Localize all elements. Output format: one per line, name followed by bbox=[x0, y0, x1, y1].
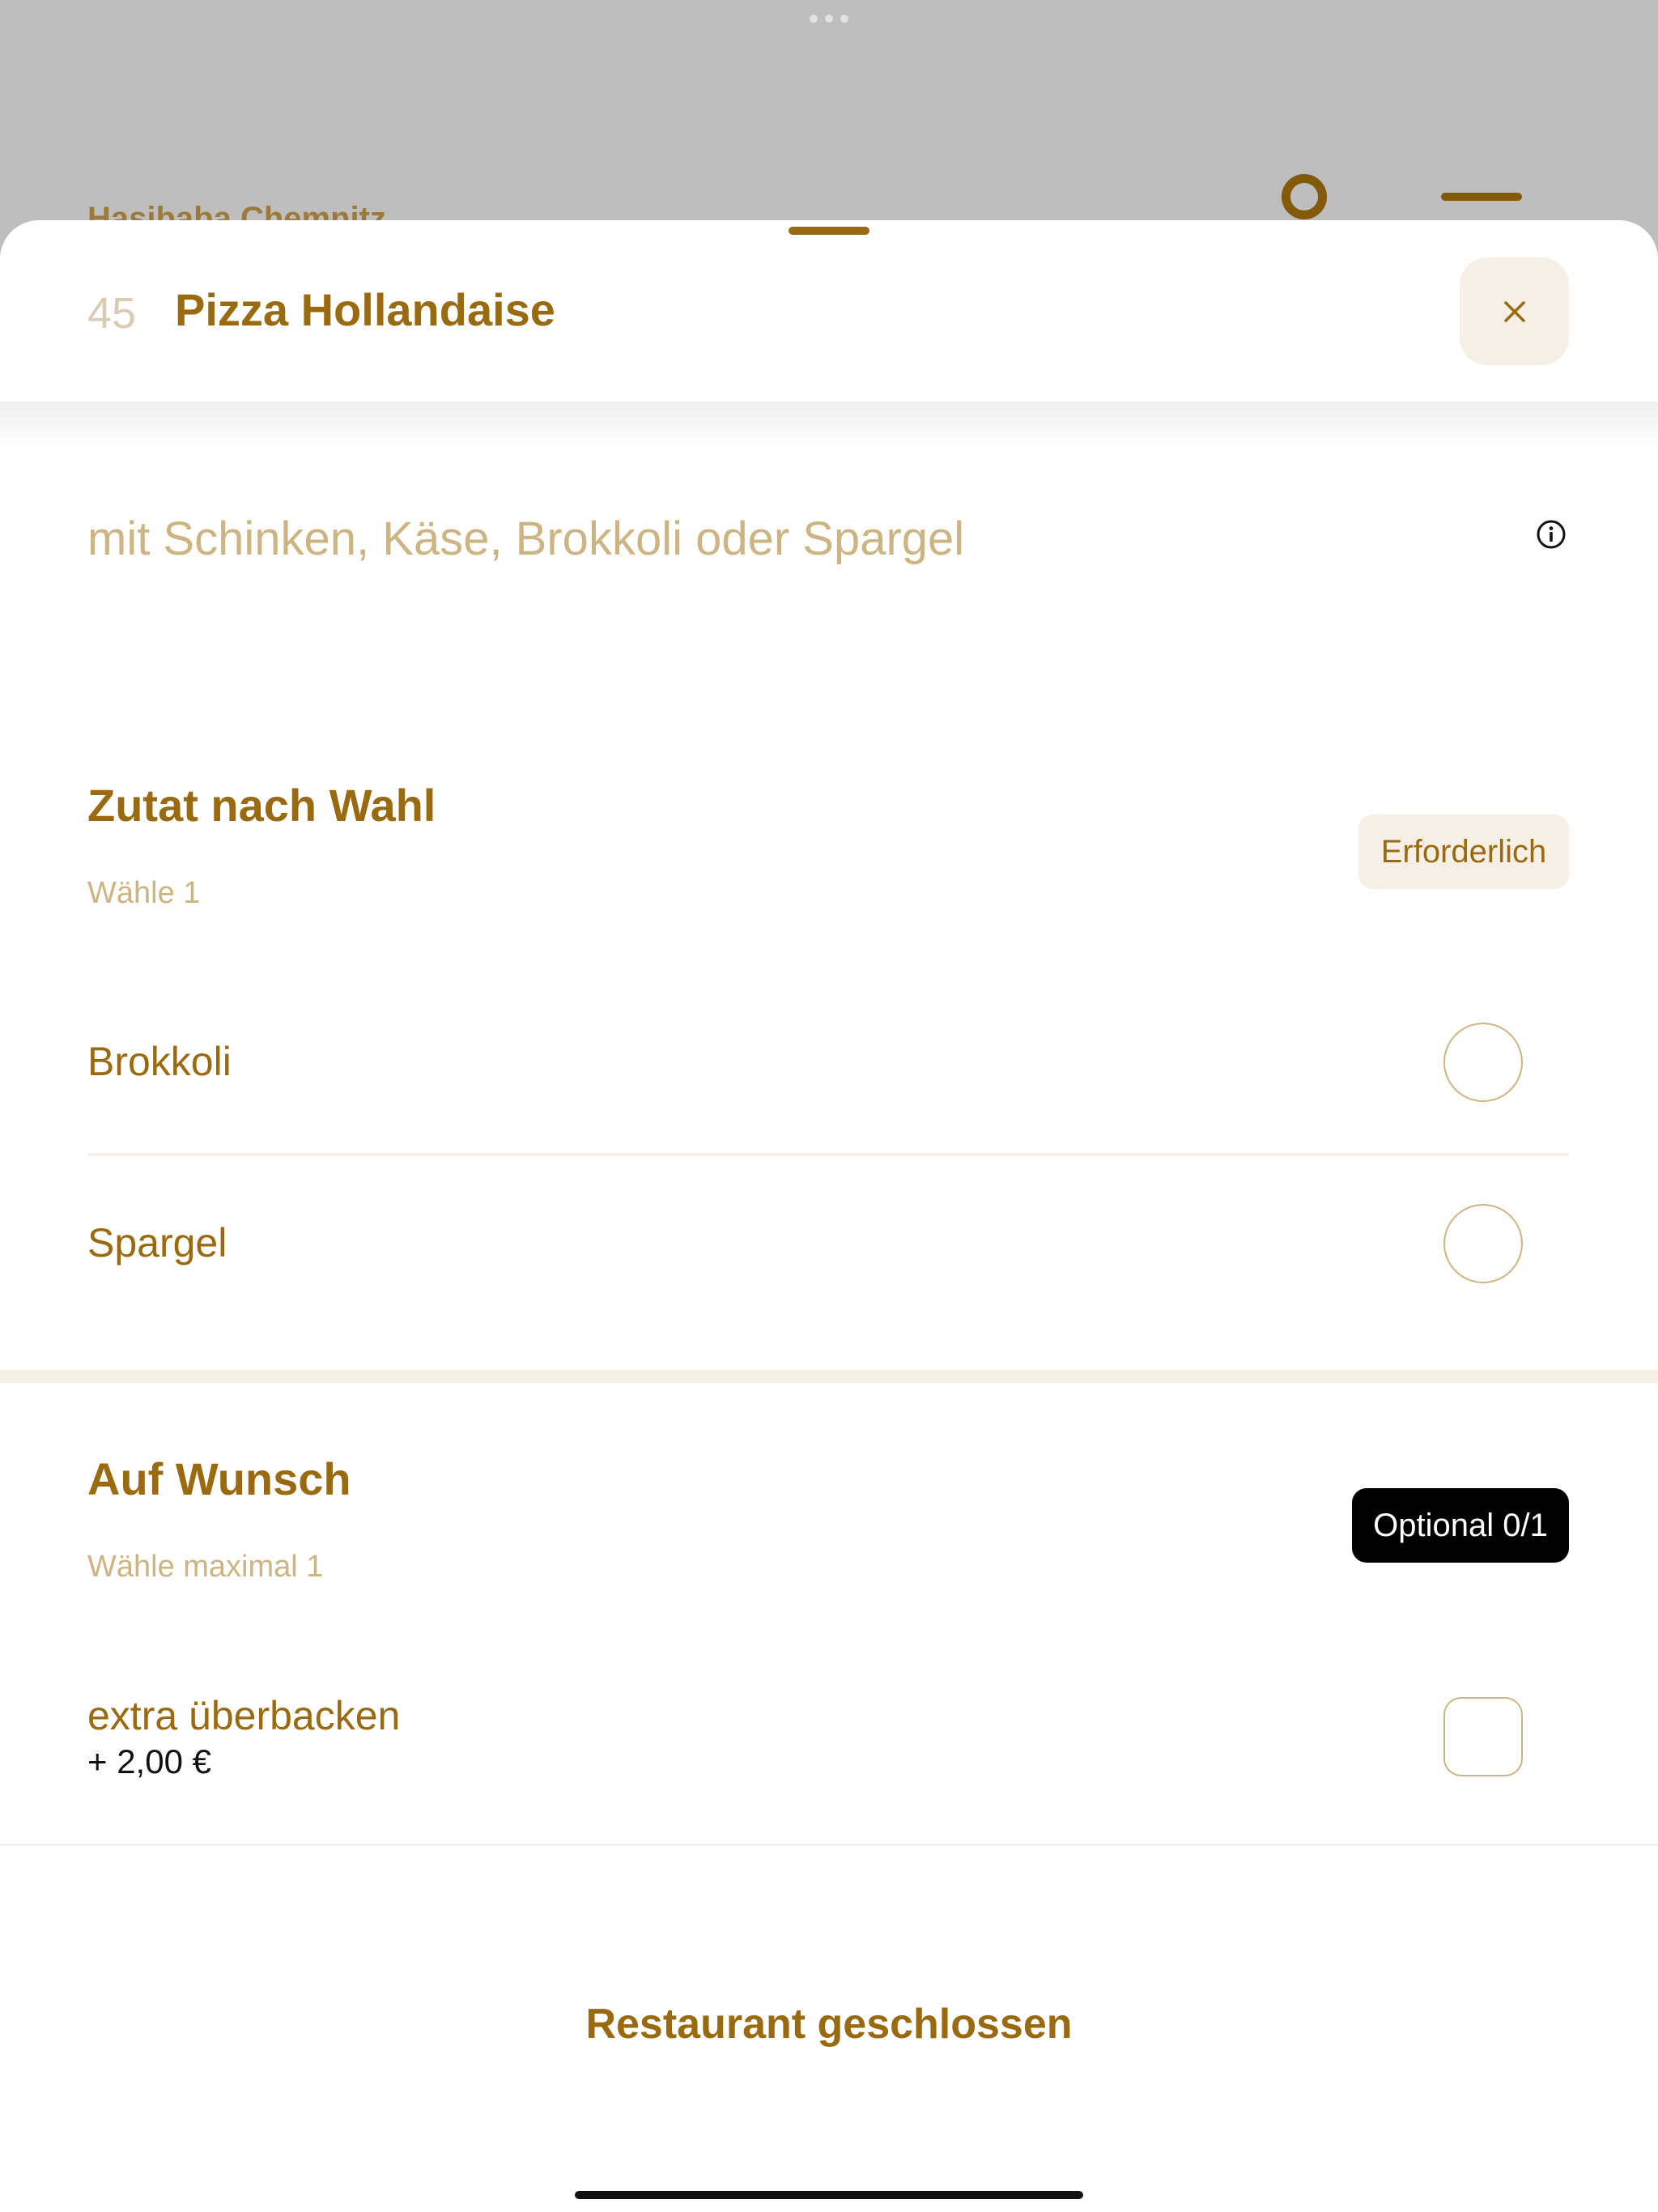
restaurant-closed-status: Restaurant geschlossen bbox=[585, 2001, 1073, 2048]
option-label-brokkoli[interactable]: Brokkoli bbox=[87, 1038, 232, 1085]
group-subtitle-zutat: Wähle 1 bbox=[87, 876, 201, 910]
item-description: mit Schinken, Käse, Brokkoli oder Sparge… bbox=[87, 513, 965, 565]
footer-divider bbox=[0, 1844, 1658, 1846]
menu-icon[interactable] bbox=[1441, 193, 1522, 201]
checkbox-extra-ueberbacken[interactable] bbox=[1443, 1697, 1523, 1776]
section-divider bbox=[0, 1370, 1658, 1383]
radio-brokkoli[interactable] bbox=[1443, 1023, 1523, 1102]
info-icon[interactable] bbox=[1536, 519, 1567, 550]
account-icon[interactable] bbox=[1282, 174, 1327, 219]
required-badge: Erforderlich bbox=[1358, 815, 1569, 889]
option-price-extra-ueberbacken: + 2,00 € bbox=[87, 1742, 211, 1780]
sheet-grabber[interactable] bbox=[789, 227, 869, 235]
group-subtitle-wunsch: Wähle maximal 1 bbox=[87, 1550, 324, 1584]
home-indicator[interactable] bbox=[575, 2191, 1083, 2199]
option-divider bbox=[87, 1153, 1569, 1156]
radio-spargel[interactable] bbox=[1443, 1204, 1523, 1283]
option-label-extra-ueberbacken[interactable]: extra überbacken bbox=[87, 1692, 400, 1739]
group-title-zutat: Zutat nach Wahl bbox=[87, 780, 436, 831]
multitask-dots[interactable] bbox=[810, 15, 848, 24]
item-title: Pizza Hollandaise bbox=[175, 284, 555, 335]
option-label-spargel[interactable]: Spargel bbox=[87, 1219, 227, 1266]
optional-badge: Optional 0/1 bbox=[1352, 1488, 1569, 1563]
close-icon bbox=[1503, 300, 1525, 322]
item-detail-sheet: 45 Pizza Hollandaise mit Schinken, Käse,… bbox=[0, 220, 1658, 2212]
group-title-wunsch: Auf Wunsch bbox=[87, 1453, 351, 1504]
header-shadow bbox=[0, 402, 1658, 450]
close-button[interactable] bbox=[1460, 257, 1569, 365]
item-number: 45 bbox=[87, 289, 137, 338]
